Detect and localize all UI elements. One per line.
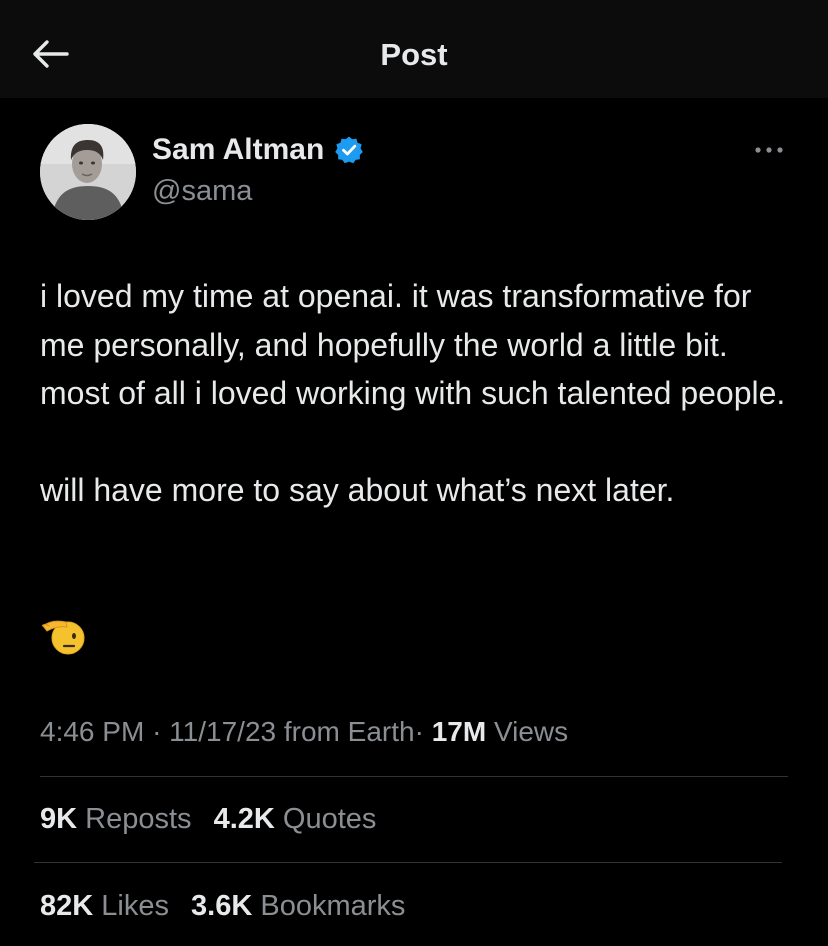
post-paragraph: will have more to say about what’s next …: [40, 472, 675, 508]
stats-row-likes: 82K Likes 3.6K Bookmarks: [40, 888, 419, 924]
avatar-photo: [40, 124, 136, 220]
avatar[interactable]: [40, 124, 136, 220]
stats-row-reposts: 9K Reposts 4.2K Quotes: [40, 801, 390, 837]
post-source: from Earth: [283, 716, 415, 747]
post-body: i loved my time at openai. it was transf…: [40, 272, 800, 515]
page-title: Post: [380, 37, 448, 72]
verified-badge-icon[interactable]: [334, 135, 364, 165]
author-handle[interactable]: @sama: [152, 174, 252, 208]
separator: ·: [152, 716, 162, 747]
separator: ·: [414, 716, 424, 747]
reposts-stat[interactable]: 9K Reposts: [40, 801, 192, 837]
quotes-count: 4.2K: [213, 803, 275, 835]
post-meta: 4:46 PM · 11/17/23 from Earth· 17M Views: [40, 714, 568, 750]
post-time[interactable]: 4:46 PM: [40, 716, 144, 747]
likes-label: Likes: [101, 890, 169, 922]
more-options-icon: [755, 147, 783, 153]
top-bar: Post: [0, 0, 828, 98]
quotes-stat[interactable]: 4.2K Quotes: [214, 801, 377, 837]
author-name[interactable]: Sam Altman: [152, 132, 324, 168]
bookmarks-count: 3.6K: [191, 890, 253, 922]
views-label: Views: [493, 716, 569, 747]
likes-count: 82K: [40, 890, 94, 922]
post-paragraph: i loved my time at openai. it was transf…: [40, 278, 786, 411]
bookmarks-label: Bookmarks: [260, 890, 406, 922]
bookmarks-stat[interactable]: 3.6K Bookmarks: [191, 888, 405, 924]
reposts-count: 9K: [40, 803, 78, 835]
saluting-face-emoji: [40, 614, 86, 658]
divider: [40, 776, 788, 777]
likes-stat[interactable]: 82K Likes: [40, 888, 169, 924]
reposts-label: Reposts: [85, 803, 192, 835]
views-count: 17M: [431, 716, 487, 747]
divider: [34, 862, 782, 863]
quotes-label: Quotes: [282, 803, 377, 835]
post-date[interactable]: 11/17/23: [169, 716, 276, 747]
more-options-button[interactable]: [752, 138, 786, 162]
author-name-row[interactable]: Sam Altman: [152, 132, 364, 168]
